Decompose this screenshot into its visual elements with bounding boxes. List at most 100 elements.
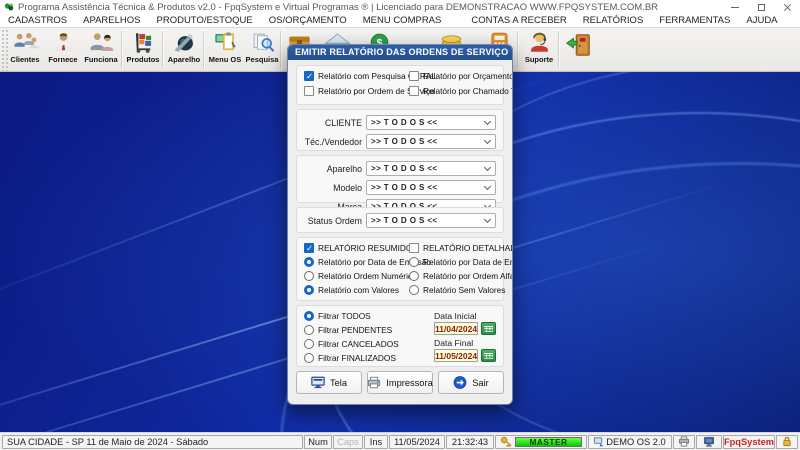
data-inicial-field[interactable]: 11/04/2024 xyxy=(434,322,479,335)
toolbar-fornecedor-button[interactable]: Fornece xyxy=(44,30,82,71)
radio[interactable] xyxy=(409,271,419,281)
toolbar-funcionario-button[interactable]: Funciona xyxy=(82,30,120,71)
radio-ordem-numerica[interactable]: Relatório Ordem Numérica xyxy=(304,271,417,281)
calendar-icon[interactable] xyxy=(481,349,497,362)
tec-vendedor-select[interactable]: >> T O D O S << xyxy=(366,134,496,149)
status-ordem-select[interactable]: >> T O D O S << xyxy=(366,213,496,228)
status-location: SUA CIDADE - SP 11 de Maio de 2024 - Sáb… xyxy=(2,434,303,449)
checkbox-label: Relatório por Chamado Técnico xyxy=(423,86,512,96)
radio-filtrar-cancelados[interactable]: Filtrar CANCELADOS xyxy=(304,339,434,349)
terminal-monitor-icon xyxy=(703,436,715,447)
key-icon xyxy=(500,436,512,447)
radio-data-emissao[interactable]: Relatório por Data de Emissão xyxy=(304,257,431,267)
selected-value: >> T O D O S << xyxy=(371,137,438,146)
toolbar-menu-os-button[interactable]: Menu OS xyxy=(206,30,244,71)
checkbox[interactable] xyxy=(304,71,314,82)
status-ordem-label: Status Ordem xyxy=(307,215,362,226)
close-button[interactable] xyxy=(774,0,800,14)
chevron-down-icon xyxy=(483,163,492,172)
minimize-button[interactable] xyxy=(722,0,748,14)
status-user: MASTER xyxy=(495,434,587,449)
checkbox[interactable] xyxy=(304,86,314,96)
menu-relatorios[interactable]: RELATÓRIOS xyxy=(575,15,652,26)
checkbox-label: RELATÓRIO DETALHADO xyxy=(423,243,513,253)
radio-com-valores[interactable]: Relatório com Valores xyxy=(304,285,409,295)
radio[interactable] xyxy=(304,271,314,281)
checkbox[interactable] xyxy=(409,243,419,253)
check-por-orcamento[interactable]: Relatório por Orçamento xyxy=(409,71,513,81)
data-final-label: Data Final xyxy=(434,338,474,348)
printer-icon xyxy=(368,376,381,389)
checkbox[interactable] xyxy=(304,243,314,254)
toolbar-aparelho-button[interactable]: Aparelho xyxy=(165,30,203,71)
radio[interactable] xyxy=(304,311,314,321)
radio-ordem-alfabetica[interactable]: Relatório por Ordem Alfabética xyxy=(409,271,512,281)
sair-button[interactable]: Sair xyxy=(438,371,504,394)
employees-icon xyxy=(90,33,113,51)
menu-ajuda[interactable]: AJUDA xyxy=(738,15,785,26)
radio-label: Relatório Ordem Numérica xyxy=(318,271,417,281)
menu-produto-estoque[interactable]: PRODUTO/ESTOQUE xyxy=(149,15,261,26)
search-docs-icon xyxy=(253,33,274,52)
aparelho-select[interactable]: >> T O D O S << xyxy=(366,161,496,176)
user-badge: MASTER xyxy=(515,436,582,447)
status-bar: SUA CIDADE - SP 11 de Maio de 2024 - Sáb… xyxy=(0,432,800,450)
menu-contas-a-receber[interactable]: CONTAS A RECEBER xyxy=(463,15,574,26)
modelo-label: Modelo xyxy=(333,182,362,193)
radio-filtrar-finalizados[interactable]: Filtrar FINALIZADOS xyxy=(304,353,434,363)
radio-filtrar-todos[interactable]: Filtrar TODOS xyxy=(304,311,434,321)
modelo-select[interactable]: >> T O D O S << xyxy=(366,180,496,195)
toolbar-label: Funciona xyxy=(84,55,118,64)
cliente-label: CLIENTE xyxy=(324,117,362,128)
status-printer[interactable] xyxy=(673,434,695,449)
radio[interactable] xyxy=(304,353,314,363)
data-final-field[interactable]: 11/05/2024 xyxy=(434,349,479,362)
status-caps: Caps xyxy=(333,434,363,449)
radio[interactable] xyxy=(409,285,419,295)
status-date: 11/05/2024 xyxy=(389,434,445,449)
toolbar-separator xyxy=(558,31,559,68)
toolbar-clientes-button[interactable]: Clientes xyxy=(6,30,44,71)
check-resumido[interactable]: RELATÓRIO RESUMIDO xyxy=(304,243,412,254)
menu-compras[interactable]: MENU COMPRAS xyxy=(355,15,450,26)
toolbar-pesquisa-button[interactable]: Pesquisa xyxy=(243,30,281,71)
maximize-button[interactable] xyxy=(748,0,774,14)
button-label: Sair xyxy=(472,377,489,388)
radio-filtrar-pendentes[interactable]: Filtrar PENDENTES xyxy=(304,325,434,335)
check-pesquisa-geral[interactable]: Relatório com Pesquisa GERAL xyxy=(304,71,436,82)
cliente-select[interactable]: >> T O D O S << xyxy=(366,115,496,130)
calendar-icon[interactable] xyxy=(481,322,497,335)
support-icon xyxy=(530,32,548,52)
chevron-down-icon xyxy=(483,182,492,191)
impressora-button[interactable]: Impressora xyxy=(367,371,433,394)
toolbar-label: Suporte xyxy=(524,55,554,64)
menu-os-orcamento[interactable]: OS/ORÇAMENTO xyxy=(261,15,355,26)
toolbar-sair-button[interactable] xyxy=(561,30,597,71)
filter-group: Filtrar TODOS Filtrar PENDENTES Filtrar … xyxy=(296,305,504,367)
radio-sem-valores[interactable]: Relatório Sem Valores xyxy=(409,285,512,295)
device-icon xyxy=(173,34,193,52)
toolbar-produtos-button[interactable]: Produtos xyxy=(124,30,162,71)
menu-ferramentas[interactable]: FERRAMENTAS xyxy=(651,15,738,26)
status-terminal[interactable] xyxy=(696,434,722,449)
radio[interactable] xyxy=(409,257,419,267)
lock-icon xyxy=(783,436,791,447)
checkbox[interactable] xyxy=(409,86,419,96)
menu-aparelhos[interactable]: APARELHOS xyxy=(75,15,148,26)
aparelho-label: Aparelho xyxy=(326,163,362,174)
check-por-ordem-servico[interactable]: Relatório por Ordem de Serviço xyxy=(304,86,435,96)
check-detalhado[interactable]: RELATÓRIO DETALHADO xyxy=(409,243,513,253)
toolbar-label: Pesquisa xyxy=(245,55,279,64)
checkbox-label: Relatório por Orçamento xyxy=(423,71,513,81)
check-por-chamado-tecnico[interactable]: Relatório por Chamado Técnico xyxy=(409,86,512,96)
radio[interactable] xyxy=(304,325,314,335)
checkbox[interactable] xyxy=(409,71,419,81)
toolbar-suporte-button[interactable]: Suporte xyxy=(520,30,558,71)
tela-button[interactable]: Tela xyxy=(296,371,362,394)
menu-cadastros[interactable]: CADASTROS xyxy=(0,15,75,26)
radio-data-entrega[interactable]: Relatório por Data de Entrega xyxy=(409,257,512,267)
report-type-group: Relatório com Pesquisa GERAL Relatório p… xyxy=(296,65,512,105)
radio[interactable] xyxy=(304,339,314,349)
radio[interactable] xyxy=(304,285,314,295)
radio[interactable] xyxy=(304,257,314,267)
